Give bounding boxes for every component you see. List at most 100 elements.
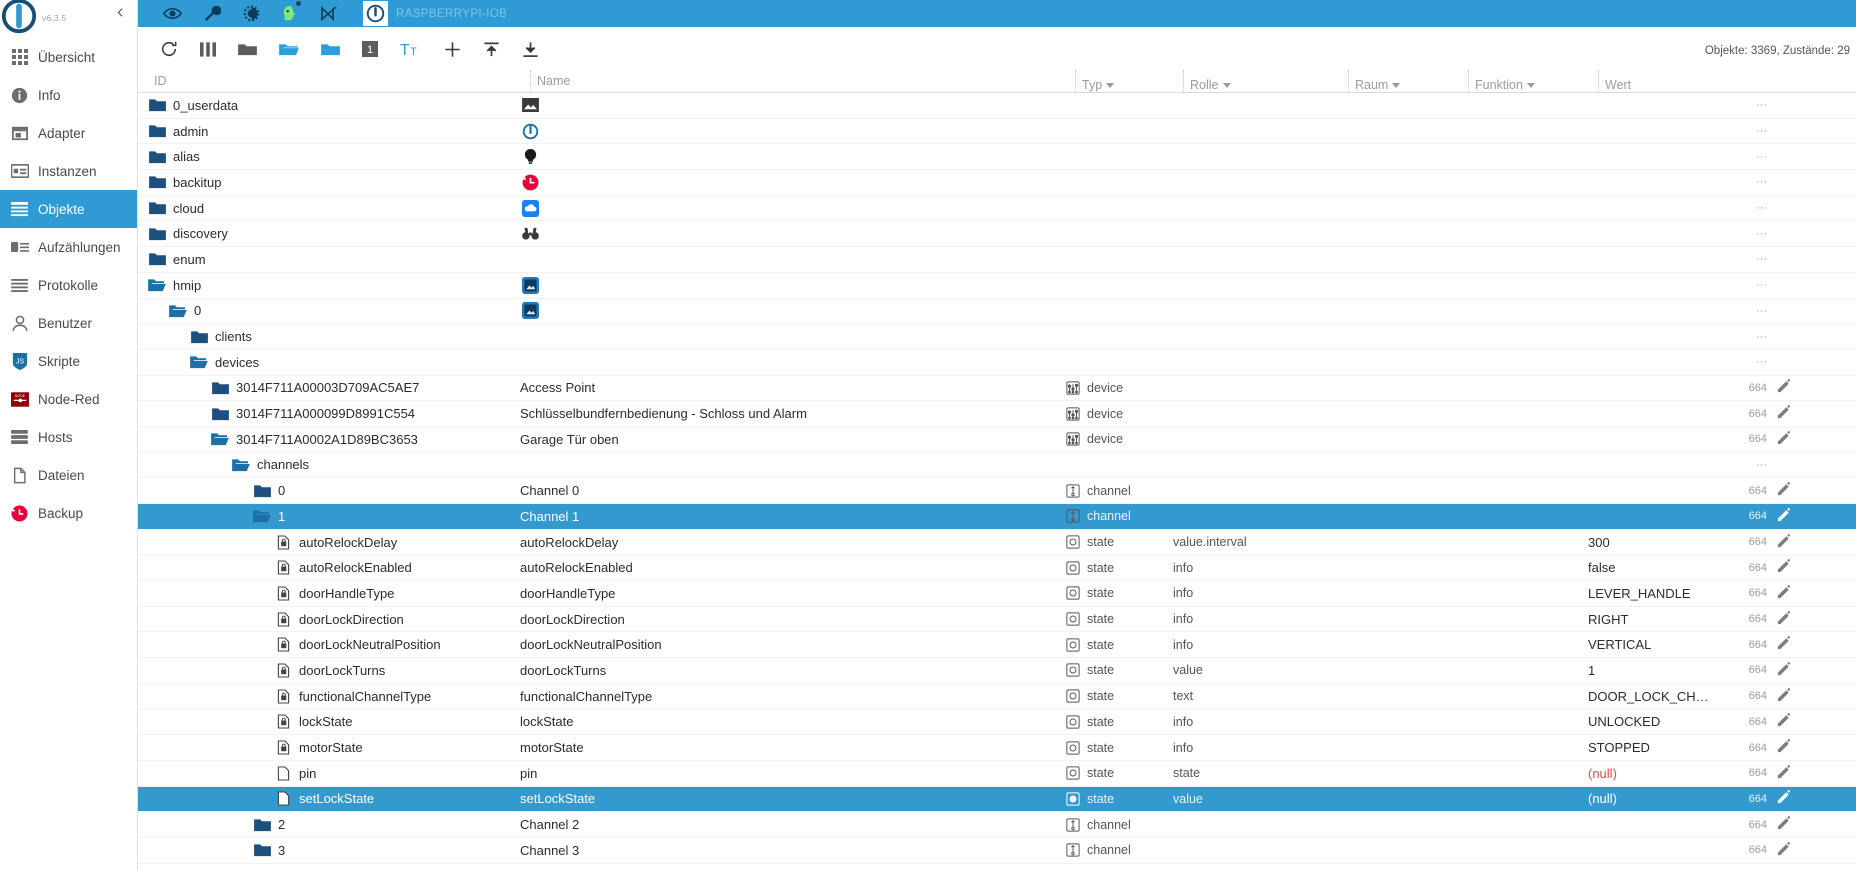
cell-id[interactable]: 0 [138, 302, 520, 320]
cell-edit[interactable] [1767, 559, 1801, 576]
state-ro-icon[interactable] [274, 661, 292, 679]
cell-name[interactable]: Channel 0 [520, 483, 1065, 498]
cell-edit[interactable] [1767, 764, 1801, 782]
table-row[interactable]: channels ··· [138, 453, 1856, 479]
state-ro-icon[interactable] [274, 584, 292, 602]
download-icon[interactable] [522, 38, 539, 60]
collapse-one-icon[interactable] [321, 38, 340, 60]
edit-pencil-icon[interactable] [1777, 713, 1791, 730]
folder-closed-icon[interactable] [148, 148, 166, 166]
table-row[interactable]: setLockState setLockState state value (null)… [138, 786, 1856, 813]
folder-open-icon[interactable] [211, 430, 229, 448]
table-row[interactable]: 0 Channel 0 channel 664 [138, 478, 1856, 504]
table-row[interactable]: alias ··· [138, 144, 1856, 171]
cell-name[interactable]: motorState [520, 740, 1065, 755]
column-header-rolle[interactable]: Rolle [1183, 70, 1348, 92]
cell-name[interactable]: Channel 1 [520, 509, 1065, 524]
table-row[interactable]: autoRelockEnabled autoRelockEnabled state i… [138, 555, 1856, 582]
host-name-label[interactable]: RASPBERRYPI-IOB [396, 8, 507, 20]
sidebar-item-dateien[interactable]: Dateien [0, 456, 137, 494]
table-row[interactable]: admin ··· [138, 119, 1856, 145]
expand-one-level-icon[interactable]: 1 [362, 38, 378, 60]
table-row[interactable]: functionalChannelType functionalChannelTy… [138, 684, 1856, 710]
cell-name[interactable] [520, 198, 1065, 218]
edit-pencil-icon[interactable] [1777, 790, 1791, 807]
cell-edit[interactable] [1767, 790, 1801, 807]
sidebar-item-instanzen[interactable]: Instanzen [0, 152, 137, 190]
edit-pencil-icon[interactable] [1777, 662, 1791, 679]
cell-id[interactable]: motorState [138, 739, 520, 757]
table-row[interactable]: 3014F711A0002A1D89BC3653 Garage Tür oben d… [138, 427, 1856, 453]
cell-name[interactable]: doorLockDirection [520, 612, 1065, 627]
refresh-icon[interactable] [160, 38, 178, 60]
edit-pencil-icon[interactable] [1777, 739, 1791, 756]
edit-pencil-icon[interactable] [1777, 533, 1791, 551]
cell-id[interactable]: doorLockDirection [138, 610, 520, 628]
sidebar-item-info[interactable]: Info [0, 76, 137, 114]
cell-name[interactable]: Garage Tür oben [520, 432, 1065, 447]
edit-pencil-icon[interactable] [1777, 507, 1791, 525]
cell-id[interactable]: 3014F711A00003D709AC5AE7 [138, 379, 520, 397]
table-row[interactable]: doorLockTurns doorLockTurns state value 1 664 [138, 658, 1856, 684]
table-row[interactable]: doorLockNeutralPosition doorLockNeutralPo… [138, 632, 1856, 659]
table-row[interactable]: 3014F711A000099D8991C554 Schlüsselbundfer… [138, 401, 1856, 427]
cell-name[interactable]: Schlüsselbundfernbedienung - Schloss und… [520, 406, 1065, 421]
folder-closed-icon[interactable] [148, 96, 166, 114]
cell-wert[interactable]: DOOR_LOCK_CH… [1588, 689, 1723, 704]
cell-edit[interactable] [1767, 585, 1801, 602]
table-row[interactable]: 2 Channel 2 channel 664 [138, 812, 1856, 838]
cell-id[interactable]: cloud [138, 199, 520, 217]
cell-name[interactable] [520, 172, 1065, 192]
folder-closed-icon[interactable] [253, 816, 271, 834]
folder-closed-icon[interactable] [253, 482, 271, 500]
table-row[interactable]: enum ··· [138, 247, 1856, 273]
column-header-id[interactable]: ID [148, 70, 530, 92]
cell-edit[interactable] [1767, 687, 1801, 705]
state-rw-icon[interactable] [274, 790, 292, 808]
state-ro-icon[interactable] [274, 533, 292, 551]
cell-name[interactable]: Channel 3 [520, 843, 1065, 858]
power-icon[interactable] [363, 1, 388, 26]
edit-pencil-icon[interactable] [1777, 636, 1791, 653]
cell-wert[interactable]: 300 [1588, 535, 1723, 550]
cell-id[interactable]: 3014F711A000099D8991C554 [138, 405, 520, 423]
table-row[interactable]: cloud ··· [138, 196, 1856, 222]
cell-name[interactable] [520, 95, 1065, 115]
cell-wert[interactable]: false [1588, 560, 1723, 575]
cell-id[interactable]: discovery [138, 225, 520, 243]
table-row[interactable]: pin pin state state (null) 664 [138, 761, 1856, 787]
cell-id[interactable]: 3014F711A0002A1D89BC3653 [138, 430, 520, 448]
cell-edit[interactable] [1767, 662, 1801, 679]
cell-id[interactable]: alias [138, 148, 520, 166]
cell-id[interactable]: admin [138, 122, 520, 140]
cell-wert[interactable]: LEVER_HANDLE [1588, 586, 1723, 601]
table-row[interactable]: 3 Channel 3 channel 664 [138, 838, 1856, 864]
contrast-icon[interactable] [243, 5, 260, 22]
cell-id[interactable]: 0_userdata [138, 96, 520, 114]
table-row[interactable]: 1 Channel 1 channel 664 [138, 504, 1856, 530]
cell-wert[interactable]: VERTICAL [1588, 637, 1723, 652]
state-ro-icon[interactable] [274, 687, 292, 705]
edit-pencil-icon[interactable] [1777, 482, 1791, 499]
sidebar-item-ubersicht[interactable]: Übersicht [0, 38, 137, 76]
cell-wert[interactable]: 1 [1588, 663, 1723, 678]
cell-id[interactable]: clients [138, 328, 520, 346]
column-header-raum[interactable]: Raum [1348, 70, 1468, 92]
expert-mode-icon[interactable] [282, 1, 301, 22]
table-row[interactable]: 3014F711A00003D709AC5AE7 Access Point devi… [138, 376, 1856, 402]
edit-pencil-icon[interactable] [1777, 816, 1791, 833]
folder-closed-icon[interactable] [148, 122, 166, 140]
cell-id[interactable]: doorLockNeutralPosition [138, 636, 520, 654]
state-rw-icon[interactable] [274, 764, 292, 782]
wrench-icon[interactable] [204, 5, 221, 22]
cell-name[interactable]: lockState [520, 714, 1065, 729]
edit-pencil-icon[interactable] [1777, 585, 1791, 602]
state-ro-icon[interactable] [274, 559, 292, 577]
state-ro-icon[interactable] [274, 713, 292, 731]
folder-closed-icon[interactable] [190, 328, 208, 346]
folder-open-icon[interactable] [253, 507, 271, 525]
cell-edit[interactable] [1767, 739, 1801, 756]
chevron-down-icon[interactable] [1106, 83, 1115, 88]
table-row[interactable]: 0_userdata ··· [138, 93, 1856, 119]
table-row[interactable]: 0 ··· [138, 299, 1856, 325]
